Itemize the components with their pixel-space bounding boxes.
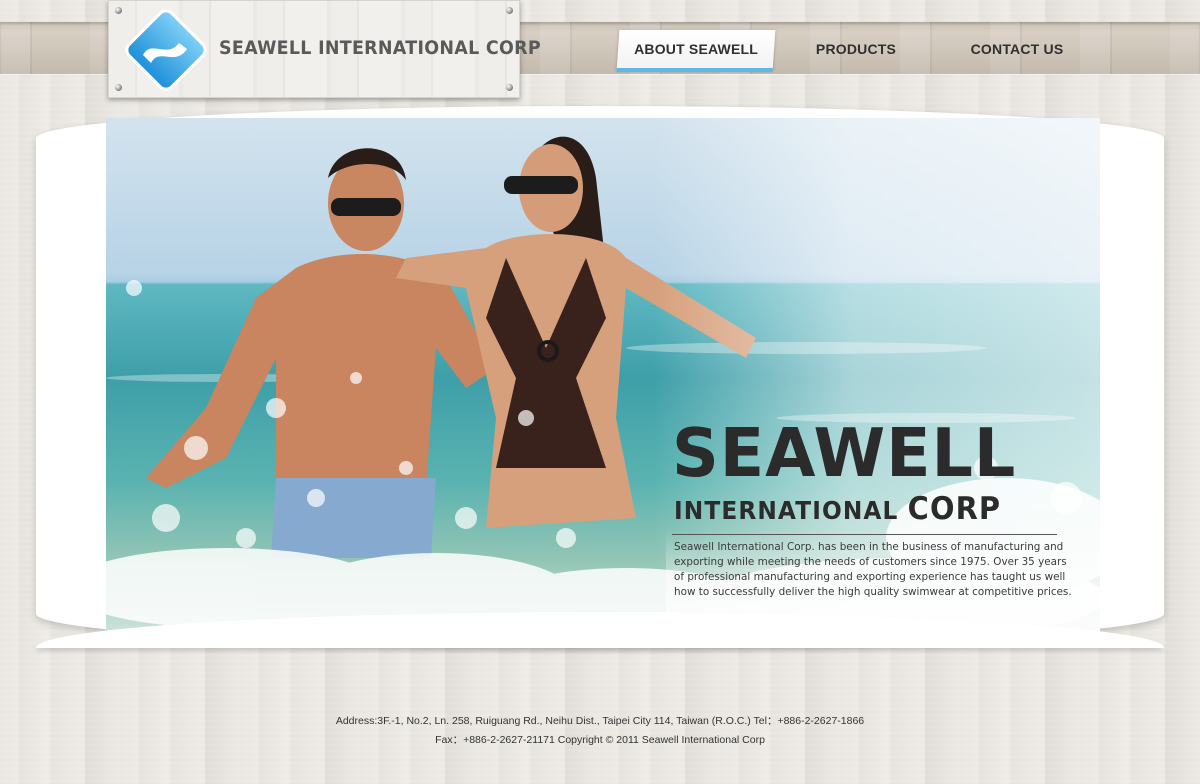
logo-text: SEAWELL INTERNATIONAL CORP (219, 37, 541, 59)
nav-item-about-seawell[interactable]: ABOUT SEAWELL (616, 30, 776, 70)
about-description: Seawell International Corp. has been in … (674, 541, 1072, 598)
nav-label: ABOUT SEAWELL (634, 41, 759, 57)
nav-item-contact-us[interactable]: CONTACT US (958, 30, 1076, 70)
footer-fax-copyright: Fax：+886-2-2627-21171 Copyright © 2011 S… (435, 734, 765, 746)
logo-icon (125, 9, 207, 91)
hero-headline: SEAWELL (672, 414, 1017, 492)
screw-icon (506, 7, 513, 14)
screw-icon (115, 84, 122, 91)
footer-address: Address:3F.-1, No.2, Ln. 258, Ruiguang R… (335, 715, 865, 727)
hero-subheadline: INTERNATIONAL CORP (674, 494, 1001, 525)
nav-label: PRODUCTS (815, 41, 897, 57)
nav-label: CONTACT US (970, 41, 1064, 57)
divider (672, 534, 1057, 535)
hero-subheadline-line-1: INTERNATIONAL (674, 496, 899, 525)
screw-icon (115, 7, 122, 14)
screw-icon (506, 84, 513, 91)
nav-item-products[interactable]: PRODUCTS (800, 30, 912, 70)
logo-plate[interactable]: SEAWELL INTERNATIONAL CORP (108, 0, 541, 98)
hero-subheadline-line-2: CORP (907, 491, 1002, 527)
